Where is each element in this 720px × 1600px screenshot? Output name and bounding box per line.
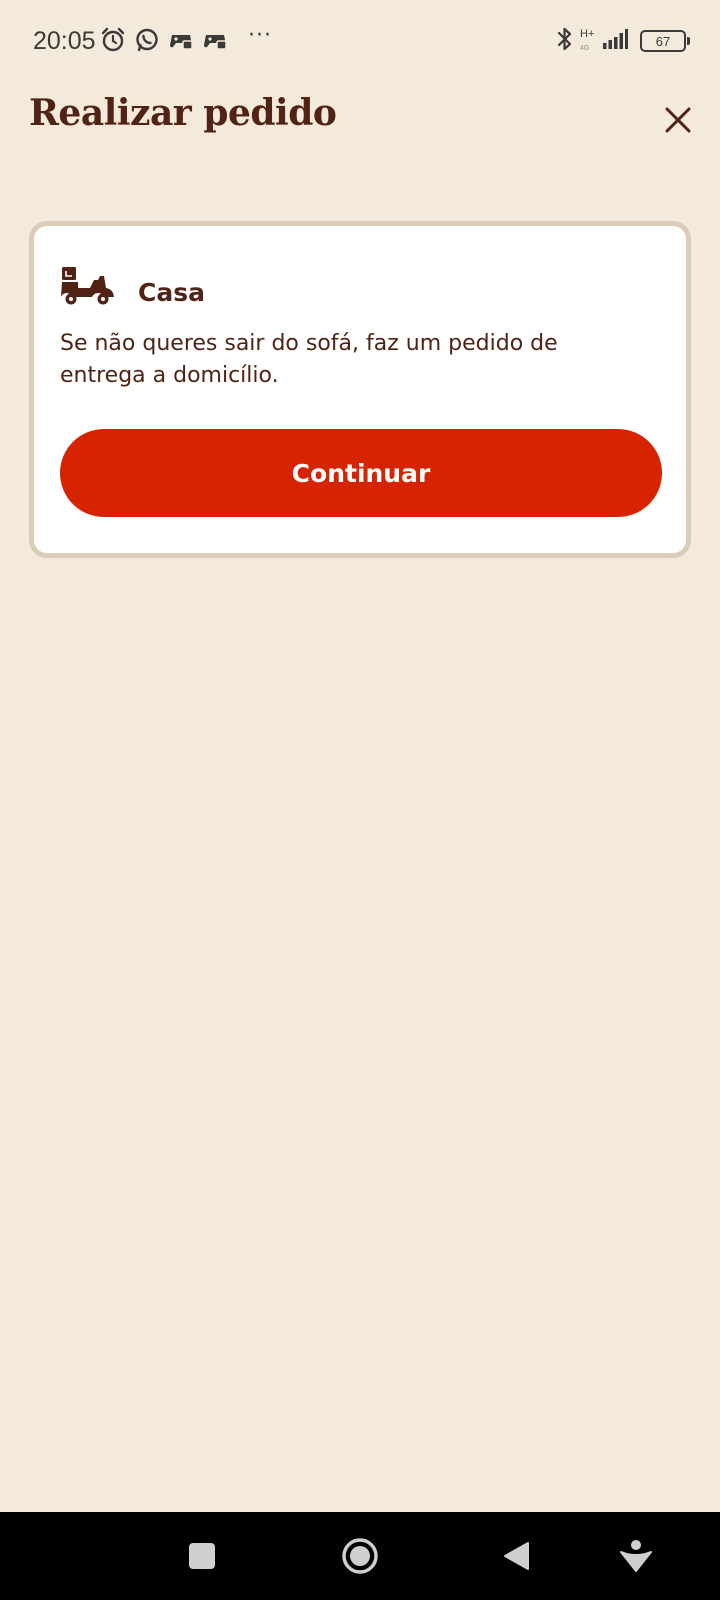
back-button[interactable] <box>496 1536 536 1576</box>
card-header: Casa <box>60 266 205 312</box>
alarm-icon <box>100 27 126 53</box>
more-notifications-icon: ··· <box>248 23 272 48</box>
card-title: Casa <box>138 277 205 307</box>
network-sub-label: 4G <box>580 45 590 52</box>
home-button[interactable] <box>340 1536 380 1576</box>
card-description: Se não queres sair do sofá, faz um pedid… <box>60 331 558 388</box>
assistant-icon <box>620 1540 652 1572</box>
assistant-button[interactable] <box>616 1536 656 1576</box>
battery-icon: 67 <box>640 30 690 52</box>
network-type-label: H+ <box>580 28 595 40</box>
navigation-bar <box>0 1512 720 1600</box>
bluetooth-icon <box>556 26 574 56</box>
close-button[interactable] <box>658 100 698 140</box>
notification-icons: ··· <box>100 23 272 54</box>
battery-level: 67 <box>655 33 671 49</box>
signal-icon <box>602 28 628 54</box>
delivery-scooter-icon <box>60 266 116 312</box>
delivery-option-card[interactable]: Casa Se não queres sair do sofá, faz um … <box>29 221 691 558</box>
network-type-indicator: H+ 4G <box>580 28 596 54</box>
whatsapp-icon <box>134 27 160 53</box>
game-controller-icon <box>168 28 194 52</box>
status-bar: 20:05 ··· H+ 4G 67 <box>0 0 720 80</box>
back-triangle-icon <box>504 1542 529 1570</box>
game-controller-icon <box>202 28 228 52</box>
recents-square-icon <box>189 1543 215 1569</box>
home-circle-icon <box>342 1538 378 1574</box>
page-title: Realizar pedido <box>29 92 337 134</box>
continue-button[interactable]: Continuar <box>60 429 662 517</box>
system-icons: H+ 4G 67 <box>556 26 690 56</box>
status-time: 20:05 <box>33 27 96 55</box>
recents-button[interactable] <box>182 1536 222 1576</box>
close-icon <box>665 107 691 133</box>
